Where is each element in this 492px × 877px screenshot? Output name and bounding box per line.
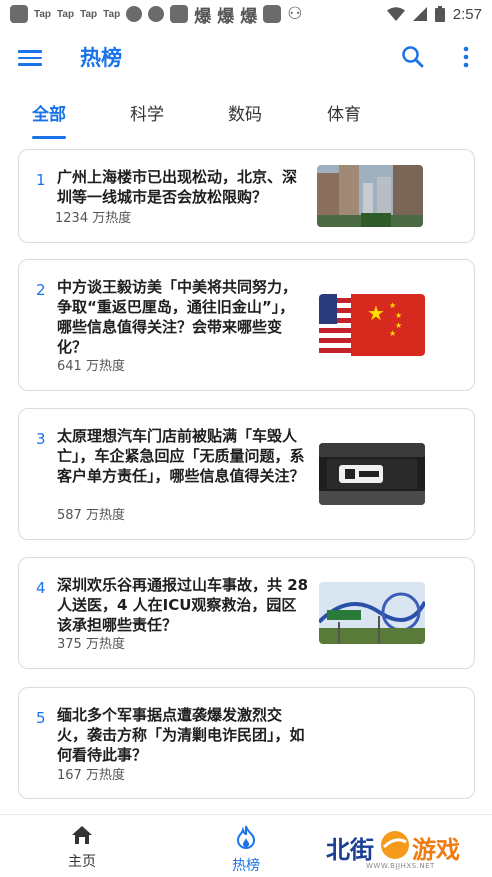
- tap-notification: Tap: [57, 8, 75, 20]
- page-title: 热榜: [80, 46, 122, 70]
- tap-notification: Tap: [34, 8, 52, 20]
- svg-text:★: ★: [389, 329, 396, 338]
- hot-list-item[interactable]: 5 缅北多个军事据点遭袭爆发激烈交火，袭击方称「为清剿电诈民团」，如何看待此事？…: [18, 687, 475, 799]
- svg-text:★: ★: [389, 301, 396, 310]
- heat-count: 641 万热度: [57, 359, 125, 374]
- notification-icon: [170, 5, 189, 23]
- nav-hot-list-label: 热榜: [232, 858, 260, 874]
- roller-coaster-thumbnail: [319, 582, 425, 644]
- notification-icon: [10, 5, 28, 23]
- category-tabs: 全部 科学 数码 体育: [0, 96, 492, 140]
- tap-notification: Tap: [103, 8, 121, 20]
- tab-science[interactable]: 科学: [130, 100, 164, 125]
- svg-text:★: ★: [395, 311, 402, 320]
- rank-number: 5: [36, 709, 46, 727]
- notification-glyph-icon: ⚇: [287, 4, 303, 24]
- item-title: 太原理想汽车门店前被贴满「车毁人亡」，车企紧急回应「无质量问题，系客户单方责任」…: [57, 427, 305, 485]
- tab-indicator: [32, 136, 66, 139]
- hot-list-item[interactable]: 1 广州上海楼市已出现松动，北京、深圳等一线城市是否会放松限购？ 1234 万热…: [18, 149, 475, 243]
- battery-icon: [434, 6, 445, 22]
- nav-home[interactable]: 主页: [52, 825, 112, 871]
- svg-text:★: ★: [367, 301, 385, 325]
- hot-list-item[interactable]: 3 太原理想汽车门店前被贴满「车毁人亡」，车企紧急回应「无质量问题，系客户单方责…: [18, 408, 475, 540]
- status-bar: Tap Tap Tap Tap 爆 爆 爆 ⚇ 2:57: [0, 0, 492, 28]
- wifi-icon: [386, 7, 405, 21]
- nav-home-label: 主页: [68, 854, 96, 870]
- more-options-icon[interactable]: [456, 44, 476, 70]
- notification-icon: [263, 5, 282, 23]
- rank-number: 2: [36, 281, 46, 299]
- notification-glyph: 爆: [217, 6, 235, 27]
- watermark-logo-icon: [381, 831, 409, 859]
- status-time: 2:57: [452, 5, 482, 23]
- item-title: 深圳欢乐谷再通报过山车事故，共 28 人送医，4 人在ICU观察救治，园区该承担…: [57, 576, 309, 634]
- item-title: 广州上海楼市已出现松动，北京、深圳等一线城市是否会放松限购？: [57, 168, 298, 206]
- item-title: 缅北多个军事据点遭袭爆发激烈交火，袭击方称「为清剿电诈民团」，如何看待此事？: [57, 706, 305, 764]
- menu-icon[interactable]: [18, 46, 42, 68]
- app-notification-icon: [126, 6, 143, 22]
- search-icon[interactable]: [400, 44, 426, 70]
- heat-count: 375 万热度: [57, 637, 125, 652]
- flame-icon: [236, 825, 256, 850]
- signal-icon: [412, 7, 427, 21]
- heat-count: 587 万热度: [57, 508, 125, 523]
- notification-glyph: 爆: [194, 6, 212, 27]
- home-icon: [72, 826, 92, 844]
- tab-all[interactable]: 全部: [32, 100, 66, 125]
- notification-glyph: 爆: [240, 6, 258, 27]
- watermark-text: 北街: [326, 836, 374, 864]
- rank-number: 1: [36, 171, 46, 189]
- city-buildings-thumbnail: [317, 165, 423, 227]
- watermark-url: WWW.BJJHXS.NET: [366, 862, 435, 870]
- tap-notification: Tap: [80, 8, 98, 20]
- rank-number: 3: [36, 430, 46, 448]
- watermark-text: 游戏: [412, 836, 460, 864]
- app-bar: 热榜: [0, 36, 492, 78]
- heat-count: 1234 万热度: [55, 211, 132, 226]
- hot-list-item[interactable]: 4 深圳欢乐谷再通报过山车事故，共 28 人送医，4 人在ICU观察救治，园区该…: [18, 557, 475, 669]
- hot-list-item[interactable]: 2 中方谈王毅访美「中美将共同努力，争取“重返巴厘岛，通往旧金山”」，哪些信息值…: [18, 259, 475, 391]
- app-notification-icon: [148, 6, 165, 22]
- tab-digital[interactable]: 数码: [228, 100, 262, 125]
- item-title: 中方谈王毅访美「中美将共同努力，争取“重返巴厘岛，通往旧金山”」，哪些信息值得关…: [57, 278, 298, 356]
- nav-hot-list[interactable]: 热榜: [216, 825, 276, 875]
- rank-number: 4: [36, 579, 46, 597]
- site-watermark: 北街 游戏 WWW.BJJHXS.NET: [326, 826, 476, 874]
- heat-count: 167 万热度: [57, 768, 125, 783]
- tab-sports[interactable]: 体育: [327, 100, 361, 125]
- us-china-flags-thumbnail: ★ ★ ★ ★ ★: [319, 294, 425, 356]
- car-store-sign-thumbnail: [319, 443, 425, 505]
